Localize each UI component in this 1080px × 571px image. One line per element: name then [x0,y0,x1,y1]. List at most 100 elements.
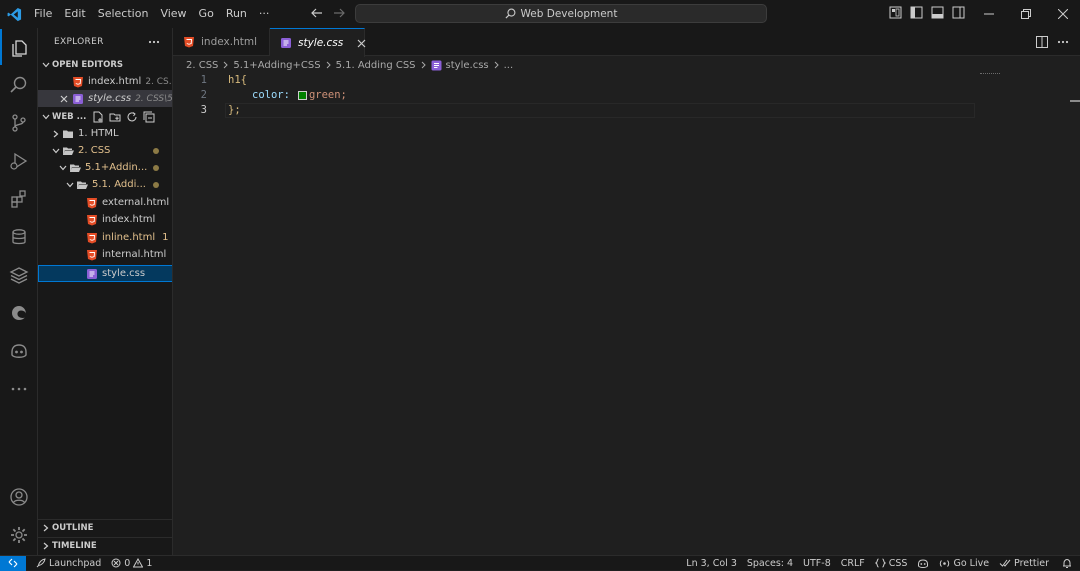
folder-icon [62,128,74,140]
close-icon[interactable] [357,39,366,48]
breadcrumb-item[interactable]: 5.1. Adding CSS [336,60,416,71]
breadcrumb-item[interactable]: 5.1+Adding+CSS [233,60,320,71]
new-folder-icon[interactable] [109,111,121,123]
folder-open-icon [62,145,74,157]
source-control-icon[interactable] [0,105,38,141]
files-icon[interactable] [0,29,38,65]
menu-selection[interactable]: Selection [92,0,155,28]
settings-icon[interactable] [0,517,38,553]
chevron-right-icon [493,61,500,69]
run-debug-icon[interactable] [0,143,38,179]
eol-status[interactable]: CRLF [836,558,870,569]
menu-more[interactable]: ··· [253,0,276,28]
language-status[interactable]: CSS [870,558,913,569]
indentation-status[interactable]: Spaces: 4 [742,558,798,569]
open-editor-item-active[interactable]: style.css 2. CSS\5... [38,90,173,107]
extensions-icon[interactable] [0,181,38,217]
layers-icon[interactable] [0,257,38,293]
minimize-icon[interactable] [970,0,1007,28]
outline-section[interactable]: OUTLINE [38,519,172,536]
tree-file[interactable]: inline.html 1 [38,229,172,246]
breadcrumb-item[interactable]: ... [504,60,514,71]
toggle-primary-sidebar-icon[interactable] [910,6,923,19]
restore-icon[interactable] [1007,0,1044,28]
html-file-icon [72,76,84,88]
breadcrumb-item[interactable]: 2. CSS [186,60,218,71]
go-live-label: Go Live [953,557,990,569]
go-live-status[interactable]: Go Live [934,558,994,569]
braces-icon [874,558,886,568]
timeline-label: TIMELINE [52,541,97,551]
error-count: 0 [124,557,131,569]
more-icon[interactable] [0,371,38,407]
tree-label: internal.html [102,249,167,260]
copilot-icon[interactable] [0,333,38,369]
back-arrow-icon[interactable] [310,6,324,20]
code-line-selector: h1{ [228,74,247,86]
broadcast-icon [939,558,950,569]
forward-arrow-icon[interactable] [332,6,346,20]
workspace-section[interactable]: WEB ... [38,108,172,125]
tree-folder[interactable]: 5.1+Addin... [38,159,172,176]
rocket-icon [35,557,46,569]
tree-folder[interactable]: 5.1. Addi... [38,176,172,193]
split-editor-icon[interactable] [1036,36,1048,48]
menu-file[interactable]: File [28,0,58,28]
scrollbar-thumb[interactable] [1070,100,1080,102]
open-editor-path: 2. CSS\5... [135,93,173,104]
explorer-sidebar: EXPLORER OPEN EDITORS index.html 2. CS..… [38,28,173,555]
problems-status[interactable]: 0 1 [106,558,157,569]
menu-edit[interactable]: Edit [58,0,91,28]
html-file-icon [183,36,195,48]
tree-folder[interactable]: 1. HTML [38,125,172,142]
close-window-icon[interactable] [1044,0,1080,28]
tree-file[interactable]: internal.html [38,246,172,263]
remote-icon[interactable] [0,555,26,571]
command-center-search[interactable]: Web Development [355,4,767,23]
edge-icon[interactable] [0,295,38,331]
account-icon[interactable] [0,479,38,515]
tree-label: 5.1+Addin... [85,162,148,173]
launchpad-status[interactable]: Launchpad [30,558,106,569]
color-swatch[interactable] [297,90,307,100]
menu-run[interactable]: Run [220,0,253,28]
html-file-icon [86,232,98,244]
more-actions-icon[interactable] [1057,40,1069,44]
minimap[interactable] [980,73,1000,79]
command-center-label: Web Development [520,7,618,20]
search-icon[interactable] [0,67,38,103]
tree-file[interactable]: external.html [38,194,172,211]
notifications-bell-icon[interactable] [1060,558,1080,569]
tree-label: 5.1. Addi... [92,179,146,190]
database-icon[interactable] [0,219,38,255]
code-line-declaration: color: green; [252,89,347,101]
new-file-icon[interactable] [92,111,104,123]
timeline-section[interactable]: TIMELINE [38,537,172,554]
open-editor-item[interactable]: index.html 2. CS... [38,73,172,90]
cursor-position[interactable]: Ln 3, Col 3 [681,558,742,569]
tab-index-html[interactable]: index.html [173,28,270,56]
menu-go[interactable]: Go [193,0,220,28]
breadcrumb-item[interactable]: style.css [446,60,489,71]
customize-layout-icon[interactable] [889,6,902,19]
tree-file[interactable]: index.html [38,211,172,228]
open-editors-section[interactable]: OPEN EDITORS [38,56,172,73]
tree-folder[interactable]: 2. CSS [38,142,172,159]
tree-label: 1. HTML [78,128,119,139]
explorer-more-icon[interactable] [148,40,160,44]
collapse-all-icon[interactable] [143,111,155,123]
status-bar: Launchpad 0 1 Ln 3, Col 3 Spaces: 4 UTF-… [0,555,1080,571]
tree-file-selected[interactable]: style.css [38,265,172,282]
encoding-status[interactable]: UTF-8 [798,558,836,569]
toggle-panel-icon[interactable] [931,6,944,19]
menu-view[interactable]: View [154,0,192,28]
code-editor[interactable]: 1 2 3 h1{ color: green; }; [173,73,1080,555]
html-file-icon [86,249,98,261]
prettier-status[interactable]: Prettier [994,558,1054,569]
copilot-status-icon[interactable] [912,558,934,569]
prettier-label: Prettier [1014,557,1049,569]
toggle-secondary-sidebar-icon[interactable] [952,6,965,19]
tab-style-css[interactable]: style.css [270,28,366,57]
close-icon[interactable] [58,95,70,103]
refresh-icon[interactable] [126,111,138,123]
